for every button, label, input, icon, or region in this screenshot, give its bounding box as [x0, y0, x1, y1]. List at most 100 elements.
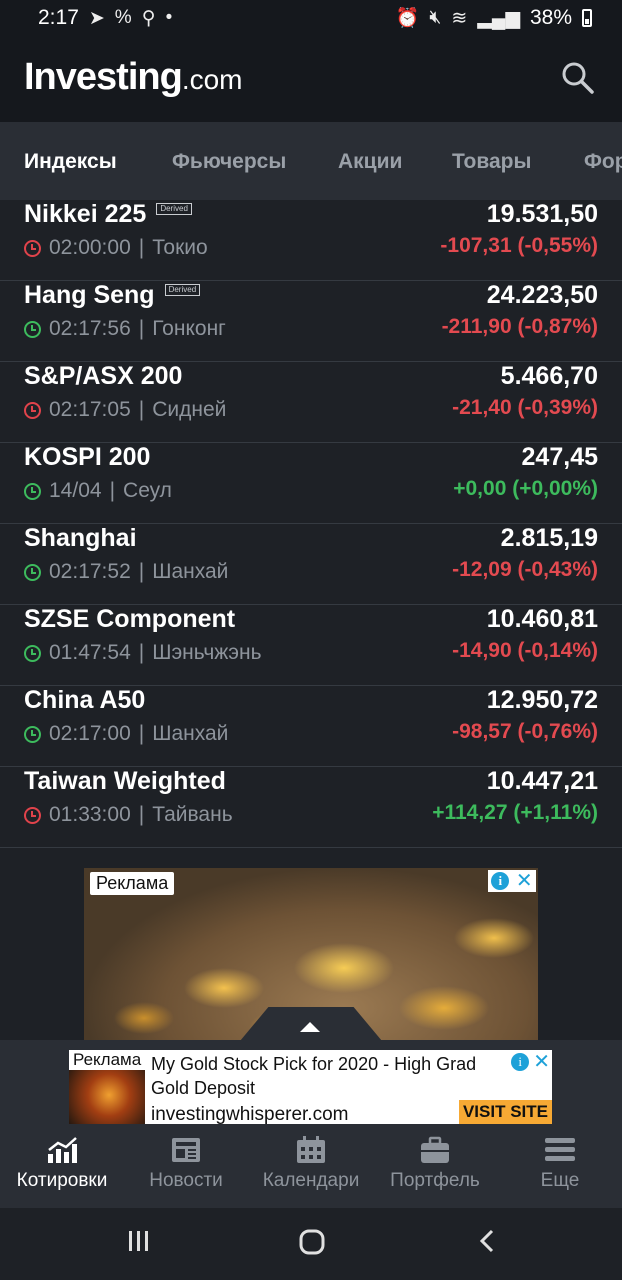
quote-time: 02:17:56 [49, 317, 131, 340]
search-icon [562, 62, 594, 94]
quote-name: Nikkei 225 [24, 200, 147, 228]
home-icon[interactable] [298, 1228, 326, 1256]
briefcase-icon [421, 1136, 449, 1163]
separator: | [138, 641, 145, 664]
quote-price: 19.531,50 [486, 200, 598, 228]
system-nav-bar [0, 1208, 622, 1280]
quote-row-hangseng[interactable]: Hang Seng Derived 24.223,50 02:17:56 | Гонк… [0, 281, 622, 362]
clock-open-icon [24, 482, 41, 500]
quote-change: -21,40 (-0,39%) [452, 396, 598, 419]
app-header: Investing.com [0, 36, 622, 122]
alarm-icon: ⏰ [395, 8, 420, 29]
ad-close-icon[interactable]: ✕ [533, 1052, 550, 1072]
nav-label: Еще [540, 1170, 580, 1191]
nav-news[interactable]: Новости [124, 1136, 248, 1192]
nav-portfolio[interactable]: Портфель [373, 1136, 497, 1192]
clock-closed-icon [24, 401, 41, 419]
quote-time: 02:17:52 [49, 560, 131, 583]
signal-icon: ▂▄▆ [477, 7, 520, 29]
quote-row-kospi[interactable]: KOSPI 200 247,45 14/04 | Сеул +0,00 (+0,00… [0, 443, 622, 524]
visit-site-button[interactable]: VISIT SITE [458, 1100, 552, 1124]
separator: | [109, 479, 116, 502]
ad-info-icon[interactable]: i [511, 1053, 530, 1071]
separator: | [138, 803, 145, 826]
quote-row-shanghai[interactable]: Shanghai 2.815,19 02:17:52 | Шанхай -12,09… [0, 524, 622, 605]
tab-forex[interactable]: Фор [584, 150, 622, 174]
investing-logo[interactable]: Investing.com [24, 56, 243, 99]
quote-exchange: Шанхай [152, 560, 229, 583]
quote-change: -98,57 (-0,76%) [452, 720, 598, 743]
quote-exchange: Шэньчжэнь [152, 641, 262, 664]
chevron-up-icon[interactable] [300, 1022, 320, 1032]
quote-row-china-a50[interactable]: China A50 12.950,72 02:17:00 | Шанхай -98,… [0, 686, 622, 767]
quote-change: -107,31 (-0,55%) [440, 234, 598, 257]
bottom-nav: Котировки Новости Календари Портфель Еще [0, 1130, 622, 1208]
quote-price: 10.447,21 [486, 767, 598, 795]
ad-url: investingwhisperer.com [151, 1104, 349, 1125]
quote-price: 247,45 [521, 443, 598, 471]
quote-change: +114,27 (+1,11%) [432, 801, 598, 824]
back-icon[interactable] [476, 1228, 500, 1254]
nav-more[interactable]: Еще [498, 1136, 622, 1192]
quote-change: -12,09 (-0,43%) [452, 558, 598, 581]
nav-label: Портфель [390, 1170, 480, 1191]
nav-quotes[interactable]: Котировки [0, 1136, 124, 1192]
separator: | [138, 236, 145, 259]
ad-label: Реклама [90, 872, 175, 895]
quote-name: China A50 [24, 686, 146, 714]
quote-time: 02:17:05 [49, 398, 131, 421]
quote-time: 02:17:00 [49, 722, 131, 745]
logo-suffix: .com [181, 64, 243, 95]
search-button[interactable] [560, 60, 596, 96]
quote-name: SZSE Component [24, 605, 236, 633]
quote-time: 01:33:00 [49, 803, 131, 826]
quote-row-nikkei[interactable]: Nikkei 225 Derived 19.531,50 02:00:00 | Ток… [0, 200, 622, 281]
tab-commodities[interactable]: Товары [452, 150, 531, 174]
status-time: 2:17 [38, 6, 79, 29]
news-icon [172, 1138, 200, 1162]
quote-row-taiwan[interactable]: Taiwan Weighted 10.447,21 01:33:00 | Тайва… [0, 767, 622, 848]
quote-price: 12.950,72 [486, 686, 598, 714]
telegram-icon: ➤ [88, 7, 105, 29]
wifi-icon: ≋ [451, 7, 468, 29]
nav-label: Календари [262, 1170, 360, 1191]
tab-indices[interactable]: Индексы [24, 150, 117, 174]
quote-name: Hang Seng [24, 281, 155, 309]
category-tabs: Индексы Фьючерсы Акции Товары Фор [0, 122, 622, 200]
battery-percent: 38% [529, 6, 572, 29]
quote-exchange: Токио [152, 236, 208, 259]
ad-close-icon[interactable]: ✕ [516, 871, 533, 891]
separator: | [138, 722, 145, 745]
search-status-icon: ⚲ [141, 7, 156, 29]
ad-info-icon[interactable]: i [491, 872, 510, 890]
nav-calendars[interactable]: Календари [249, 1136, 373, 1192]
clock-closed-icon [24, 806, 41, 824]
clock-open-icon [24, 320, 41, 338]
separator: | [138, 398, 145, 421]
quote-row-szse[interactable]: SZSE Component 10.460,81 01:47:54 | Шэньчж… [0, 605, 622, 686]
quote-exchange: Шанхай [152, 722, 229, 745]
calendar-icon [297, 1136, 325, 1163]
quote-change: -14,90 (-0,14%) [452, 639, 598, 662]
quote-change: +0,00 (+0,00%) [453, 477, 598, 500]
clock-open-icon [24, 563, 41, 581]
chart-icon [48, 1137, 77, 1163]
quote-exchange: Гонконг [152, 317, 226, 340]
status-bar: 2:17 ➤ % ⚲ • ⏰ 🔇︎ ≋ ▂▄▆ 38% [0, 0, 622, 36]
quote-row-asx200[interactable]: S&P/ASX 200 5.466,70 02:17:05 | Сидней -21… [0, 362, 622, 443]
quote-price: 2.815,19 [500, 524, 598, 552]
quote-exchange: Тайвань [152, 803, 233, 826]
percent-icon: % [114, 7, 132, 28]
nav-label: Новости [149, 1170, 223, 1191]
quote-time: 02:00:00 [49, 236, 131, 259]
quotes-list: Nikkei 225 Derived 19.531,50 02:00:00 | Ток… [0, 200, 622, 848]
quote-time: 01:47:54 [49, 641, 131, 664]
logo-main: Investing [24, 56, 183, 98]
ad-title: My Gold Stock Pick for 2020 - High Grad … [151, 1054, 477, 1098]
recent-apps-icon[interactable] [126, 1228, 152, 1254]
tab-stocks[interactable]: Акции [338, 150, 402, 174]
ad-small-banner[interactable]: Реклама My Gold Stock Pick for 2020 - Hi… [69, 1050, 552, 1125]
quote-price: 5.466,70 [500, 362, 598, 390]
tab-futures[interactable]: Фьючерсы [172, 150, 286, 174]
clock-closed-icon [24, 239, 41, 257]
